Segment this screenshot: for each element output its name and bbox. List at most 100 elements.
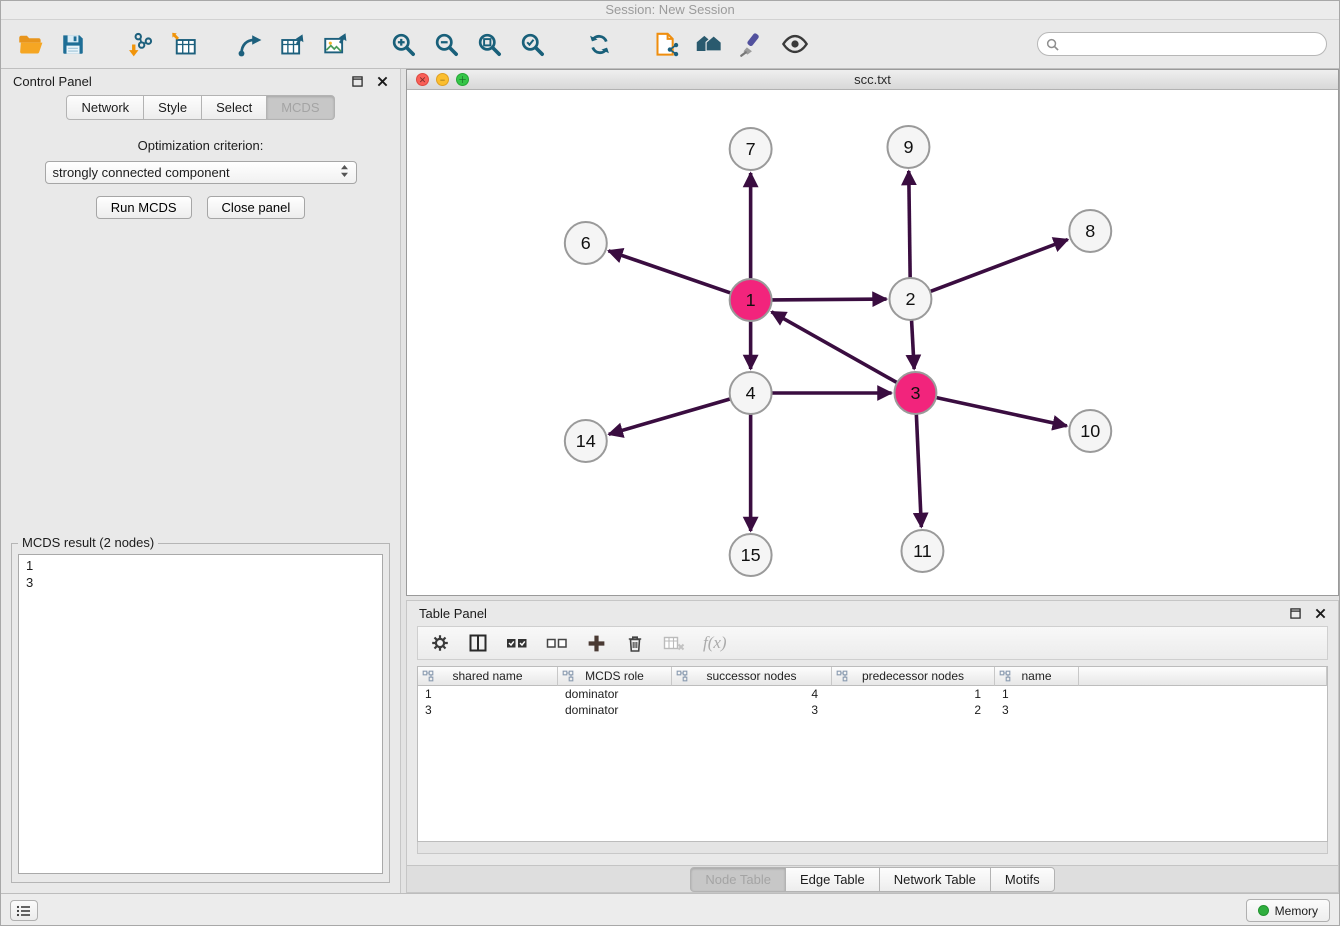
table-tab-motifs[interactable]: Motifs (990, 867, 1055, 892)
edge-1-2[interactable] (772, 299, 887, 300)
zoom-selected-icon (519, 31, 546, 58)
node-15[interactable]: 15 (730, 534, 772, 576)
import-table-button[interactable] (166, 27, 200, 61)
zoom-window-icon[interactable]: ＋ (456, 73, 469, 86)
table-tab-edge-table[interactable]: Edge Table (785, 867, 880, 892)
close-panel-button[interactable]: Close panel (207, 196, 306, 219)
node-9[interactable]: 9 (887, 126, 929, 168)
float-panel-icon[interactable] (352, 76, 363, 87)
search-box[interactable] (1037, 32, 1327, 56)
network-canvas[interactable]: 7 9 6 8 1 2 4 3 14 10 15 11 (407, 90, 1338, 595)
window-titlebar: Session: New Session (1, 1, 1339, 20)
column-header-filler (1079, 667, 1327, 686)
save-session-button[interactable] (56, 27, 90, 61)
svg-text:15: 15 (741, 545, 761, 565)
split-columns-icon[interactable] (468, 633, 488, 653)
node-4[interactable]: 4 (730, 372, 772, 414)
node-7[interactable]: 7 (730, 128, 772, 170)
zoom-in-button[interactable] (386, 27, 420, 61)
svg-text:7: 7 (746, 139, 756, 159)
mcds-result-title: MCDS result (2 nodes) (18, 535, 158, 550)
deselect-all-icon[interactable] (546, 633, 568, 653)
zoom-fit-icon (476, 31, 503, 58)
column-header-MCDS-role[interactable]: MCDS role (558, 667, 672, 686)
svg-text:2: 2 (905, 289, 915, 309)
svg-text:14: 14 (576, 431, 596, 451)
refresh-button[interactable] (582, 27, 616, 61)
table-row[interactable]: 1dominator411 (418, 686, 1327, 702)
function-builder-button[interactable]: f(x) (703, 633, 727, 653)
zoom-out-button[interactable] (429, 27, 463, 61)
close-panel-icon[interactable] (1315, 608, 1326, 619)
column-tree-icon (999, 670, 1011, 682)
table-row[interactable]: 3dominator323 (418, 702, 1327, 718)
open-session-button[interactable] (13, 27, 47, 61)
column-header-successor-nodes[interactable]: successor nodes (672, 667, 832, 686)
table-settings-icon[interactable] (430, 633, 450, 653)
node-6[interactable]: 6 (565, 222, 607, 264)
clone-network-button[interactable] (233, 27, 267, 61)
table-body: 1dominator4113dominator323 (418, 686, 1327, 718)
minimize-window-icon[interactable]: − (436, 73, 449, 86)
import-network-button[interactable] (123, 27, 157, 61)
edge-2-8[interactable] (930, 240, 1068, 292)
export-table-button[interactable] (276, 27, 310, 61)
create-view-button[interactable] (649, 27, 683, 61)
table-panel: Table Panel (406, 600, 1339, 893)
node-3[interactable]: 3 (894, 372, 936, 414)
memory-label: Memory (1275, 904, 1318, 918)
network-overview-button[interactable] (692, 27, 726, 61)
export-image-button[interactable] (319, 27, 353, 61)
control-panel-tab-select[interactable]: Select (201, 95, 267, 120)
table-cell: dominator (558, 686, 672, 702)
node-10[interactable]: 10 (1069, 410, 1111, 452)
close-panel-icon[interactable] (377, 76, 388, 87)
zoom-out-icon (433, 31, 460, 58)
control-panel-header: Control Panel (1, 69, 400, 93)
horizontal-scrollbar[interactable] (417, 842, 1328, 854)
node-8[interactable]: 8 (1069, 210, 1111, 252)
table-cell: 1 (418, 686, 558, 702)
panel-menu-button[interactable] (10, 900, 38, 921)
memory-status-icon (1258, 905, 1269, 916)
mcds-result-list[interactable]: 13 (18, 554, 383, 874)
control-panel-tab-mcds[interactable]: MCDS (266, 95, 334, 120)
node-14[interactable]: 14 (565, 420, 607, 462)
delete-column-icon[interactable] (625, 633, 645, 653)
column-header-name[interactable]: name (995, 667, 1079, 686)
run-mcds-button[interactable]: Run MCDS (96, 196, 192, 219)
float-panel-icon[interactable] (1290, 608, 1301, 619)
control-panel-tab-style[interactable]: Style (143, 95, 202, 120)
node-11[interactable]: 11 (901, 530, 943, 572)
edge-3-11[interactable] (916, 414, 921, 527)
table-tab-node-table[interactable]: Node Table (690, 867, 786, 892)
import-network-icon (127, 31, 154, 58)
node-1[interactable]: 1 (730, 279, 772, 321)
column-tree-icon (422, 670, 434, 682)
svg-text:1: 1 (746, 290, 756, 310)
memory-button[interactable]: Memory (1246, 899, 1330, 922)
column-header-shared-name[interactable]: shared name (418, 667, 558, 686)
edge-2-9[interactable] (909, 171, 910, 278)
network-graph[interactable]: 7 9 6 8 1 2 4 3 14 10 15 11 (407, 90, 1338, 595)
edge-3-1[interactable] (772, 312, 898, 383)
node-2[interactable]: 2 (889, 278, 931, 320)
control-panel-tab-network[interactable]: Network (66, 95, 144, 120)
close-window-icon[interactable]: ✕ (416, 73, 429, 86)
show-hide-button[interactable] (778, 27, 812, 61)
annotation-button[interactable] (735, 27, 769, 61)
optimization-criterion-select[interactable]: strongly connected component (45, 161, 357, 184)
edge-1-6[interactable] (608, 251, 730, 293)
edge-3-10[interactable] (936, 398, 1067, 426)
search-input[interactable] (1064, 37, 1318, 52)
zoom-fit-button[interactable] (472, 27, 506, 61)
table-tab-network-table[interactable]: Network Table (879, 867, 991, 892)
edge-2-3[interactable] (912, 320, 915, 369)
column-header-predecessor-nodes[interactable]: predecessor nodes (832, 667, 995, 686)
mcds-panel: Optimization criterion: strongly connect… (1, 120, 400, 893)
select-all-icon[interactable] (506, 633, 528, 653)
add-column-icon[interactable] (586, 633, 607, 654)
edge-4-14[interactable] (609, 399, 731, 434)
zoom-selected-button[interactable] (515, 27, 549, 61)
delete-table-icon[interactable] (663, 633, 685, 653)
